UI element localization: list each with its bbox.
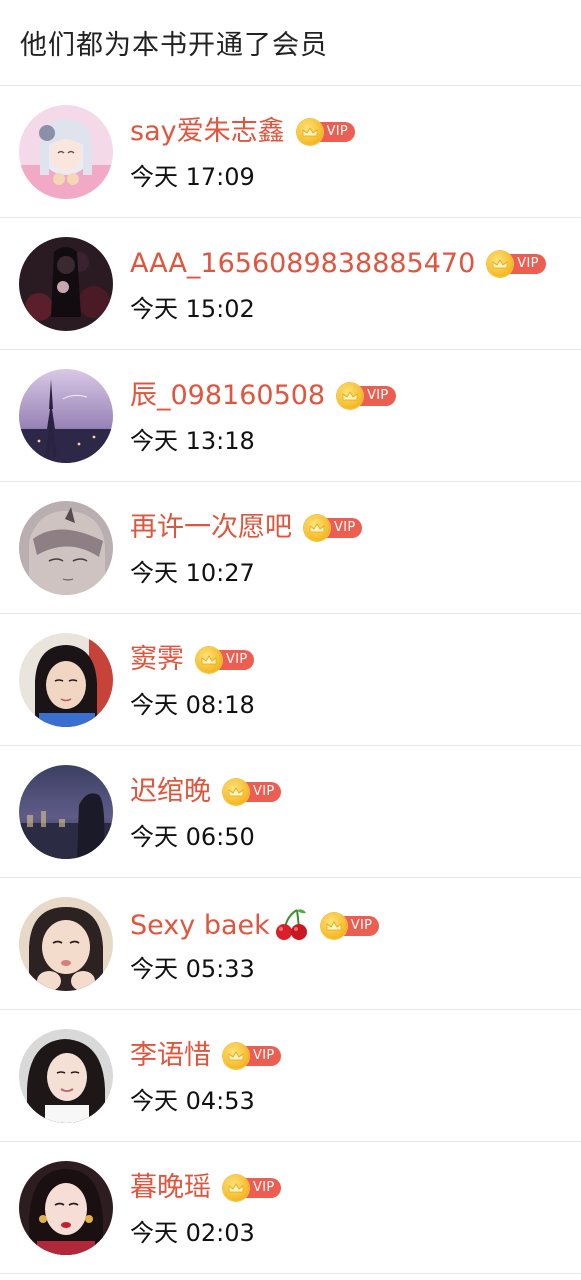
user-name[interactable]: 辰_098160508 xyxy=(130,378,325,414)
timestamp: 今天 08:18 xyxy=(130,691,255,719)
crown-icon xyxy=(320,913,347,939)
timestamp: 今天 02:03 xyxy=(130,1219,255,1247)
vip-badge: VIP xyxy=(337,383,396,409)
crown-icon xyxy=(223,1043,249,1069)
timestamp: 今天 17:09 xyxy=(130,163,255,191)
timestamp: 今天 13:18 xyxy=(130,427,255,455)
avatar[interactable] xyxy=(19,237,113,331)
vip-badge: VIP xyxy=(196,647,255,673)
woman-photo-avatar-icon xyxy=(19,1029,113,1123)
member-row[interactable]: 窦霁 VIP 今天 08:18 xyxy=(0,614,581,746)
user-name[interactable]: 李语惜 xyxy=(130,1038,211,1074)
timestamp: 今天 10:27 xyxy=(130,559,255,587)
vip-badge: VIP xyxy=(223,779,282,805)
crown-icon xyxy=(304,515,330,541)
night-scene-avatar-icon xyxy=(19,765,113,859)
page-title: 他们都为本书开通了会员 xyxy=(20,30,328,61)
girl-photo-avatar-icon xyxy=(19,897,113,991)
member-row[interactable]: 暮晚瑶 VIP 今天 02:03 xyxy=(0,1142,581,1274)
avatar[interactable] xyxy=(19,369,113,463)
vip-badge: VIP xyxy=(320,913,380,939)
vip-badge: VIP xyxy=(304,515,363,541)
timestamp: 今天 04:53 xyxy=(130,1087,255,1115)
dark-portrait-avatar-icon xyxy=(19,237,113,331)
girl-photo-avatar-icon xyxy=(19,633,113,727)
member-row[interactable]: 辰_098160508 VIP 今天 13:18 xyxy=(0,350,581,482)
avatar[interactable] xyxy=(19,765,113,859)
timestamp: 今天 05:33 xyxy=(130,955,255,983)
member-row[interactable]: 再许一次愿吧 VIP 今天 10:27 xyxy=(0,482,581,614)
user-name[interactable]: Sexy baek xyxy=(130,908,270,944)
avatar[interactable] xyxy=(19,105,113,199)
vip-badge: VIP xyxy=(223,1175,282,1201)
vip-badge: VIP xyxy=(487,251,546,277)
cherry-icon xyxy=(273,906,309,946)
user-name[interactable]: 迟绾晚 xyxy=(130,774,211,810)
avatar[interactable] xyxy=(19,1029,113,1123)
member-row[interactable]: 李语惜 VIP 今天 04:53 xyxy=(0,1010,581,1142)
members-page: 他们都为本书开通了会员 say爱朱志鑫 VIP 今天 17:09 AAA_165… xyxy=(0,0,581,1280)
timestamp: 今天 15:02 xyxy=(130,295,255,323)
crown-icon xyxy=(223,1175,249,1201)
crown-icon xyxy=(337,383,364,409)
user-name[interactable]: AAA_1656089838885470 xyxy=(130,246,475,282)
avatar[interactable] xyxy=(19,1161,113,1255)
eiffel-tower-avatar-icon xyxy=(19,369,113,463)
crown-icon xyxy=(196,647,222,673)
user-name[interactable]: 窦霁 xyxy=(130,642,184,678)
vip-badge: VIP xyxy=(223,1043,282,1069)
user-name[interactable]: 再许一次愿吧 xyxy=(130,510,292,546)
crown-icon xyxy=(223,779,249,805)
timestamp: 今天 06:50 xyxy=(130,823,255,851)
woman-photo-avatar-icon xyxy=(19,1161,113,1255)
member-row[interactable]: Sexy baek VIP 今天 05:33 xyxy=(0,878,581,1010)
member-row[interactable]: say爱朱志鑫 VIP 今天 17:09 xyxy=(0,86,581,218)
member-row[interactable]: AAA_1656089838885470 VIP 今天 15:02 xyxy=(0,218,581,350)
member-row[interactable]: 迟绾晚 VIP 今天 06:50 xyxy=(0,746,581,878)
crown-icon xyxy=(296,119,323,145)
avatar[interactable] xyxy=(19,633,113,727)
anime-girl-avatar-icon xyxy=(19,105,113,199)
user-name[interactable]: say爱朱志鑫 xyxy=(130,114,285,150)
header: 他们都为本书开通了会员 xyxy=(0,0,581,86)
member-list: say爱朱志鑫 VIP 今天 17:09 AAA_165608983888547… xyxy=(0,86,581,1274)
vip-label: VIP xyxy=(507,254,546,274)
vip-badge: VIP xyxy=(296,119,356,145)
avatar[interactable] xyxy=(19,897,113,991)
avatar[interactable] xyxy=(19,501,113,595)
user-name[interactable]: 暮晚瑶 xyxy=(130,1170,211,1206)
anime-boy-avatar-icon xyxy=(19,501,113,595)
